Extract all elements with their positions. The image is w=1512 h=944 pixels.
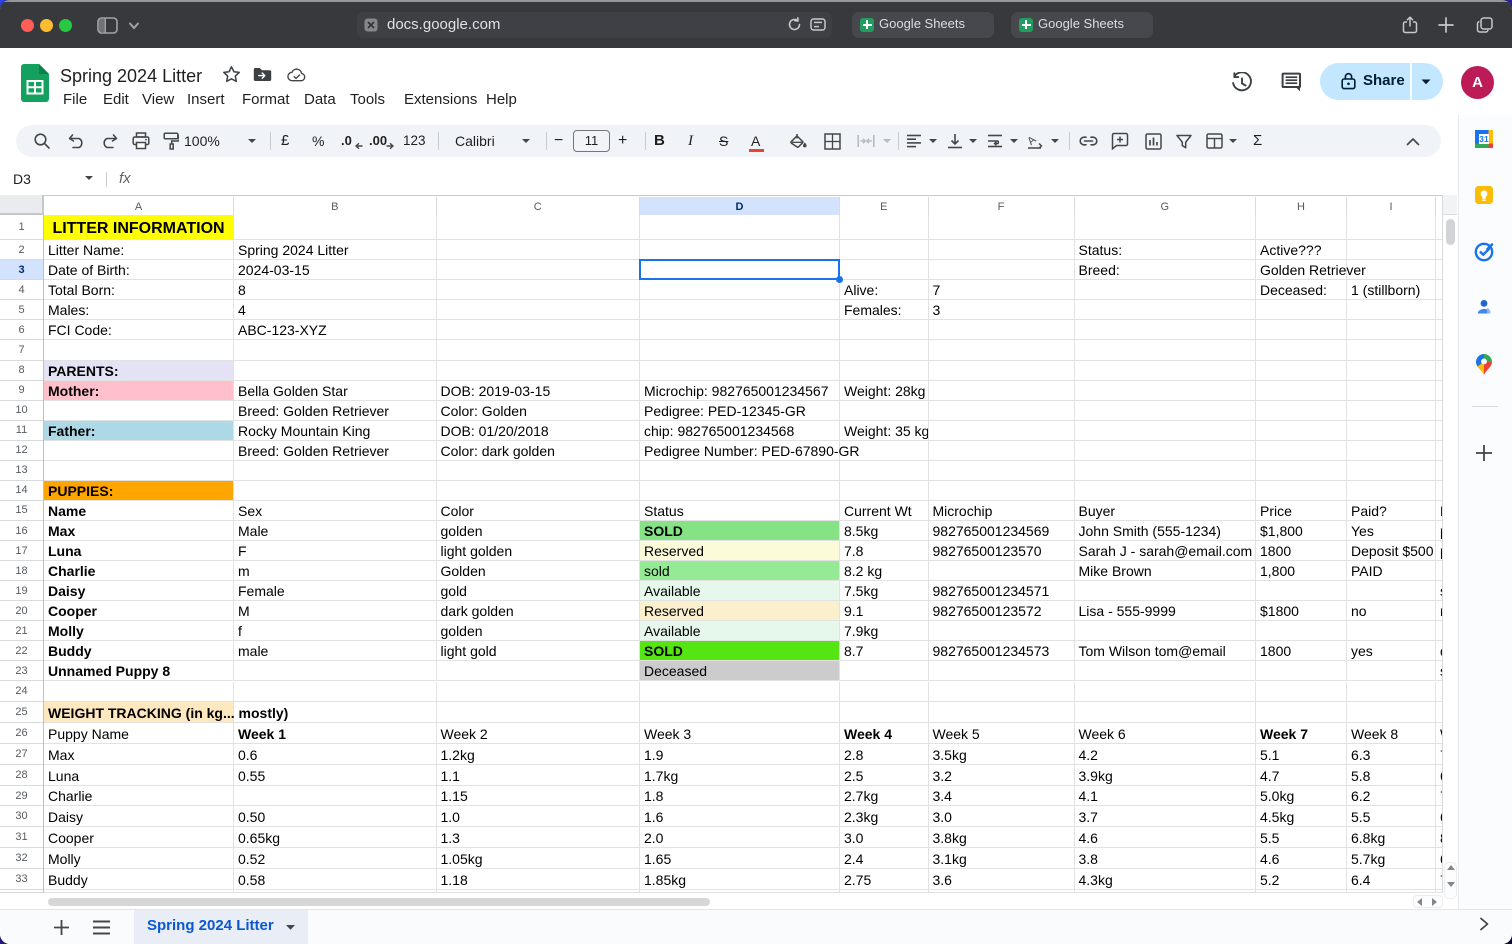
svg-text:A: A — [1027, 134, 1039, 148]
svg-text:31: 31 — [1479, 134, 1489, 144]
